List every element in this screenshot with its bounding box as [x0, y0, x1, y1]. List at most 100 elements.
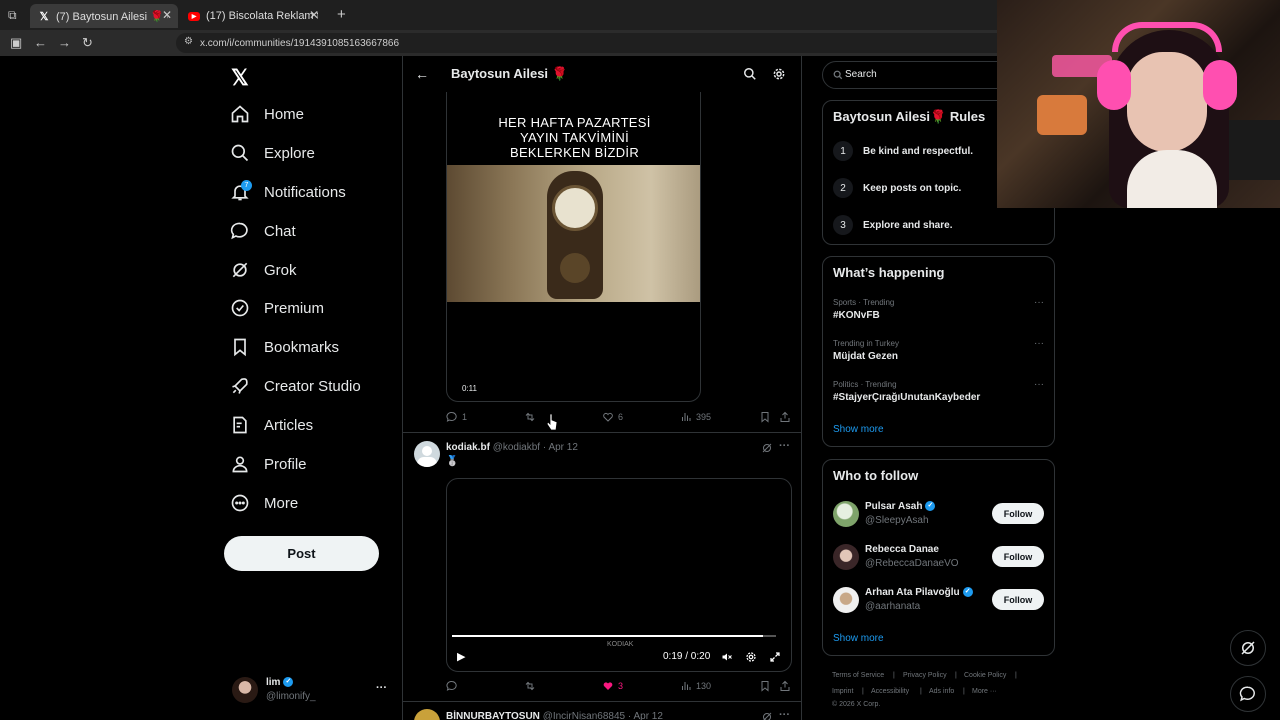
fullscreen-icon[interactable] [769, 651, 781, 663]
post-date[interactable]: Apr 12 [548, 442, 577, 453]
search-icon[interactable] [743, 67, 757, 81]
back-icon[interactable]: ← [34, 35, 47, 50]
tab-inactive[interactable]: ▶ (17) Biscolata Reklam filmi - You ✕ [180, 4, 325, 28]
footer-link[interactable]: Imprint [832, 688, 853, 695]
chat-icon [1239, 686, 1255, 702]
rule-text[interactable]: Be kind and respectful. [863, 146, 973, 157]
heart-filled-icon [603, 682, 613, 690]
avatar[interactable] [414, 441, 440, 467]
footer-link[interactable]: Cookie Policy [964, 672, 1006, 679]
gear-icon[interactable] [772, 67, 786, 81]
footer-link[interactable]: Accessibility [871, 688, 909, 695]
settings-icon[interactable] [745, 651, 757, 663]
footer-link[interactable]: More ··· [972, 688, 997, 695]
avatar[interactable] [833, 501, 859, 527]
share-icon[interactable] [779, 680, 791, 692]
grok-icon[interactable] [761, 442, 773, 454]
video-progress-track[interactable] [452, 635, 776, 637]
account-more-icon[interactable]: ··· [376, 682, 387, 694]
post-date[interactable]: Apr 12 [633, 711, 662, 720]
reload-icon[interactable]: ↻ [82, 35, 93, 51]
tab-title: (7) Baytosun Ailesi 🌹 Communi [56, 10, 168, 23]
trend-name[interactable]: #StajyerÇırağıUnutanKaybeder [833, 392, 980, 403]
follow-button[interactable]: Follow [992, 546, 1044, 567]
nav-grok[interactable]: Grok [230, 254, 297, 286]
views-button[interactable]: 130 [680, 680, 711, 692]
avatar[interactable] [833, 587, 859, 613]
user-name-row[interactable]: Rebecca Danae [865, 544, 939, 555]
follow-button[interactable]: Follow [992, 503, 1044, 524]
post-button[interactable]: Post [224, 536, 379, 571]
views-icon [682, 682, 691, 690]
site-info-icon[interactable]: ⚙ [184, 36, 193, 47]
nav-label: Explore [264, 144, 315, 162]
nav-explore[interactable]: Explore [230, 137, 315, 169]
chat-fab[interactable] [1230, 676, 1266, 712]
post-handle[interactable]: @kodiakbf [493, 442, 540, 453]
trend-name[interactable]: Müjdat Gezen [833, 351, 898, 362]
close-tab-icon[interactable]: ✕ [162, 8, 172, 22]
post-video[interactable]: KODIAK ▶ 0:19 / 0:20 [446, 478, 792, 672]
mute-icon[interactable] [721, 651, 733, 663]
avatar[interactable] [414, 709, 440, 720]
post-more-icon[interactable]: ··· [779, 709, 790, 720]
repost-button[interactable] [524, 680, 540, 692]
trend-category: Politics · Trending [833, 380, 897, 389]
new-tab-icon[interactable]: + [337, 6, 346, 23]
trend-more-icon[interactable]: ··· [1034, 297, 1044, 308]
search-input[interactable]: Search [845, 69, 877, 80]
rule-number: 2 [833, 178, 853, 198]
repost-button[interactable] [524, 411, 540, 423]
forward-icon[interactable]: → [58, 35, 71, 50]
reply-button[interactable] [446, 680, 462, 692]
post-text: 🥈 [446, 456, 459, 467]
bookmark-icon[interactable] [759, 411, 771, 423]
nav-chat[interactable]: Chat [230, 215, 296, 247]
follow-button[interactable]: Follow [992, 589, 1044, 610]
nav-profile[interactable]: Profile [230, 448, 307, 480]
account-switcher[interactable]: lim ✓ @limonify_ ··· [232, 676, 392, 706]
post-video[interactable]: HER HAFTA PAZARTESİ YAYIN TAKVİMİNİ BEKL… [446, 92, 701, 402]
user-name-row[interactable]: Arhan Ata Pilavoğlu ✓ [865, 587, 973, 598]
bookmark-icon[interactable] [759, 680, 771, 692]
reply-button[interactable]: 1 [446, 411, 467, 423]
post-author[interactable]: BİNNURBAYTOSUN [446, 711, 540, 720]
tab-actions-icon[interactable]: ⧉ [8, 8, 17, 23]
grok-fab[interactable] [1230, 630, 1266, 666]
rule-text[interactable]: Keep posts on topic. [863, 183, 961, 194]
nav-articles[interactable]: Articles [230, 409, 313, 441]
footer-link[interactable]: Terms of Service [832, 672, 884, 679]
close-tab-icon[interactable]: ✕ [309, 8, 319, 22]
share-icon[interactable] [779, 411, 791, 423]
trend-category: Sports · Trending [833, 298, 895, 307]
nav-more[interactable]: More [230, 487, 298, 519]
post-author[interactable]: kodiak.bf [446, 442, 490, 453]
show-more-link[interactable]: Show more [833, 633, 884, 644]
post-more-icon[interactable]: ··· [779, 440, 790, 452]
trend-name[interactable]: #KONvFB [833, 310, 880, 321]
sidebar-toggle-icon[interactable]: ▣ [10, 35, 22, 51]
grok-icon[interactable] [761, 711, 773, 720]
post-handle[interactable]: @IncirNisan68845 [543, 711, 625, 720]
rule-text[interactable]: Explore and share. [863, 220, 952, 231]
trend-more-icon[interactable]: ··· [1034, 338, 1044, 349]
nav-home[interactable]: Home [230, 98, 304, 130]
avatar[interactable] [833, 544, 859, 570]
footer-link[interactable]: Privacy Policy [903, 672, 947, 679]
like-button[interactable]: 6 [602, 411, 623, 423]
nav-creator-studio[interactable]: Creator Studio [230, 370, 361, 402]
like-button[interactable]: 3 [602, 680, 623, 692]
back-arrow-icon[interactable]: ← [415, 66, 429, 82]
user-name-row[interactable]: Pulsar Asah ✓ [865, 501, 936, 512]
tab-active[interactable]: 𝕏 (7) Baytosun Ailesi 🌹 Communi ✕ [30, 4, 178, 28]
url-field[interactable]: ⚙ x.com/i/communities/191439108516366786… [176, 33, 1036, 53]
footer-link[interactable]: Ads info [929, 688, 954, 695]
show-more-link[interactable]: Show more [833, 424, 884, 435]
trend-more-icon[interactable]: ··· [1034, 379, 1044, 390]
trends-title: What’s happening [833, 265, 945, 280]
nav-premium[interactable]: Premium [230, 292, 324, 324]
views-button[interactable]: 395 [680, 411, 711, 423]
x-logo-icon[interactable]: 𝕏 [231, 65, 249, 91]
play-icon[interactable]: ▶ [457, 650, 465, 663]
nav-bookmarks[interactable]: Bookmarks [230, 331, 339, 363]
